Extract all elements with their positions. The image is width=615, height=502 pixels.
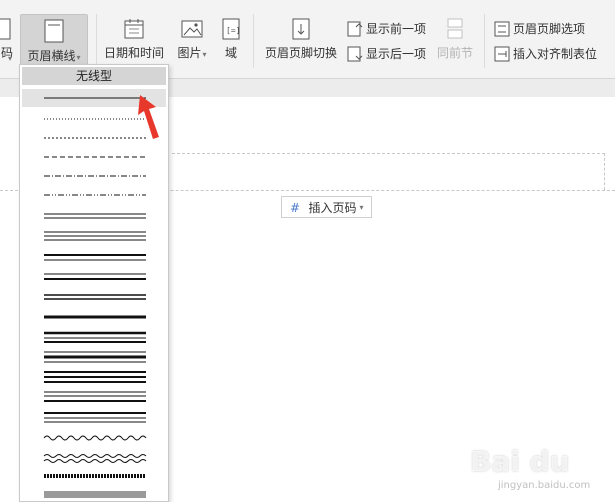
insert-align-tab-label: 插入对齐制表位 <box>513 47 598 61</box>
line-style-thick-gray[interactable] <box>22 486 166 500</box>
separator <box>484 14 485 68</box>
insert-page-number-label: 插入页码 <box>308 200 357 215</box>
watermark-logo: Bai du <box>470 445 570 478</box>
insert-align-tab-button[interactable]: 插入对齐制表位 <box>494 45 597 62</box>
show-previous-icon <box>347 21 363 36</box>
picture-button[interactable]: 图片▾ <box>174 18 210 61</box>
date-time-button[interactable]: 日期和时间 <box>103 18 165 61</box>
switch-header-footer-icon <box>292 18 310 40</box>
line-style-thin-thick-thin[interactable] <box>22 348 166 366</box>
header-line-label: 页眉横线 <box>27 49 76 63</box>
separator <box>96 14 97 68</box>
show-next-icon <box>347 46 363 61</box>
line-style-double-wave[interactable] <box>22 449 166 467</box>
line-style-triple-thick[interactable] <box>22 368 166 386</box>
line-style-thick-thin-thin[interactable] <box>22 408 166 426</box>
header-line-icon <box>44 19 64 43</box>
svg-text:#: # <box>290 201 300 214</box>
separator <box>253 14 254 68</box>
same-as-previous-button[interactable]: 同前节 <box>435 18 475 61</box>
page-number-button-partial[interactable]: 码 ▾ <box>0 18 14 63</box>
line-style-double-thin[interactable] <box>22 207 166 225</box>
same-as-previous-icon <box>447 18 463 39</box>
switch-header-footer-button[interactable]: 页眉页脚切换 <box>262 18 340 61</box>
insert-align-tab-icon <box>494 46 510 61</box>
line-style-dash-dot-dot[interactable] <box>22 186 166 204</box>
show-next-button[interactable]: 显示后一项 <box>347 45 426 62</box>
no-line-option[interactable]: 无线型 <box>22 67 166 85</box>
date-time-label: 日期和时间 <box>103 46 164 60</box>
header-footer-options-label: 页眉页脚选项 <box>513 22 586 36</box>
annotation-arrow-icon <box>138 95 159 139</box>
insert-page-number-button[interactable]: # 插入页码 ▾ <box>281 196 372 218</box>
header-footer-options-button[interactable]: 页眉页脚选项 <box>494 20 585 37</box>
header-line-button[interactable]: 页眉横线▾ <box>20 14 88 66</box>
show-previous-button[interactable]: 显示前一项 <box>347 20 426 37</box>
picture-label: 图片 <box>177 46 202 60</box>
line-style-triple-thin[interactable] <box>22 227 166 245</box>
calendar-icon <box>124 19 144 39</box>
line-style-thick-thin[interactable] <box>22 248 166 266</box>
line-style-dash-dot[interactable] <box>22 167 166 185</box>
show-next-label: 显示后一项 <box>366 47 427 61</box>
line-style-dashed[interactable] <box>22 148 166 166</box>
picture-icon <box>181 20 203 38</box>
line-style-thin-thin-thick[interactable] <box>22 388 166 406</box>
field-label: 域 <box>224 46 237 60</box>
field-icon: [=] <box>222 18 240 40</box>
page-number-hash-icon: # <box>290 201 300 214</box>
line-style-thick-thin-thick[interactable] <box>22 328 166 346</box>
field-button[interactable]: [=] 域 <box>219 18 243 61</box>
same-as-previous-label: 同前节 <box>436 46 473 60</box>
header-footer-options-icon <box>494 21 510 36</box>
header-area-border <box>172 153 605 190</box>
line-style-double-medium[interactable] <box>22 288 166 306</box>
line-style-wave[interactable] <box>22 429 166 447</box>
svg-text:[=]: [=] <box>226 26 240 35</box>
switch-header-footer-label: 页眉页脚切换 <box>264 46 337 60</box>
show-previous-label: 显示前一项 <box>366 22 427 36</box>
watermark-url: jingyan.baidu.com <box>498 480 591 491</box>
page-number-icon <box>0 18 11 40</box>
line-style-dash-dot-stroked[interactable] <box>22 469 166 483</box>
line-style-thick[interactable] <box>22 308 166 326</box>
line-style-thin-thick[interactable] <box>22 268 166 286</box>
